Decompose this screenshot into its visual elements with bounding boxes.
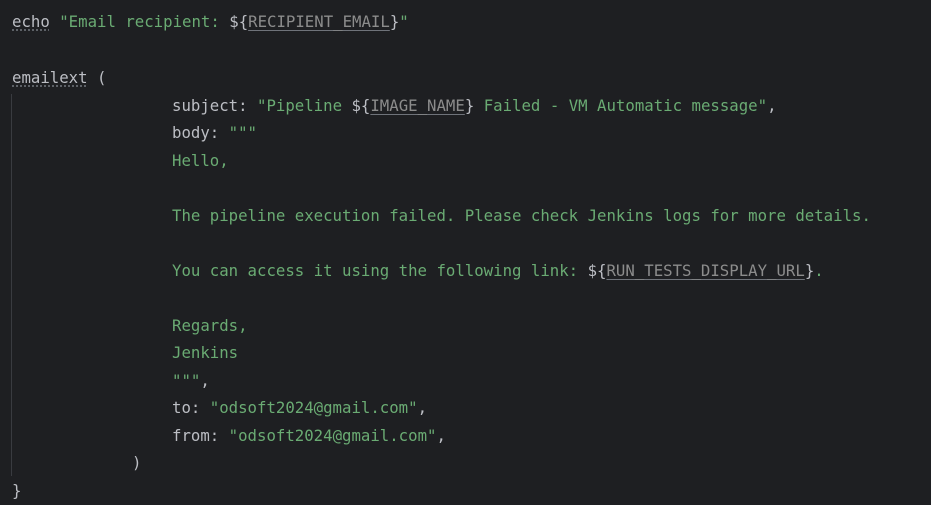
- echo-string-close: ": [399, 12, 409, 31]
- code-line-subject[interactable]: subject: "Pipeline ${IMAGE_NAME} Failed …: [172, 95, 777, 117]
- code-line-regards[interactable]: Regards,: [172, 315, 248, 337]
- comma: ,: [767, 96, 777, 115]
- to-value: "odsoft2024@gmail.com": [209, 398, 418, 417]
- comma: ,: [436, 426, 446, 445]
- from-value: "odsoft2024@gmail.com": [228, 426, 437, 445]
- interp-close: }: [804, 261, 815, 280]
- echo-string-open: "Email recipient:: [59, 12, 230, 31]
- recipient-email-var[interactable]: RECIPIENT_EMAIL: [248, 12, 390, 31]
- interp-open: ${: [351, 96, 371, 115]
- code-editor[interactable]: echo "Email recipient: ${RECIPIENT_EMAIL…: [0, 0, 931, 505]
- code-line-emailext[interactable]: emailext (: [12, 67, 106, 89]
- code-line-triple-quote-close[interactable]: """,: [172, 370, 210, 392]
- colon: :: [238, 96, 258, 115]
- image-name-var[interactable]: IMAGE_NAME: [370, 96, 464, 115]
- code-line-brace-close[interactable]: }: [12, 480, 21, 502]
- code-line-body[interactable]: body: """: [172, 122, 257, 144]
- echo-keyword[interactable]: echo: [12, 12, 50, 31]
- colon: :: [209, 426, 229, 445]
- access-prefix: You can access it using the following li…: [172, 261, 588, 280]
- code-line-to[interactable]: to: "odsoft2024@gmail.com",: [172, 397, 427, 419]
- triple-quote-open: """: [228, 123, 258, 142]
- code-line-paren-close[interactable]: ): [132, 452, 141, 474]
- code-line-from[interactable]: from: "odsoft2024@gmail.com",: [172, 425, 446, 447]
- triple-quote-close: """: [172, 371, 201, 390]
- code-line-pipeline-failed[interactable]: The pipeline execution failed. Please ch…: [172, 205, 871, 227]
- code-line-hello[interactable]: Hello,: [172, 150, 229, 172]
- interp-open: ${: [229, 12, 249, 31]
- interp-open: ${: [587, 261, 607, 280]
- interp-close: }: [464, 96, 475, 115]
- code-line-access-link[interactable]: You can access it using the following li…: [172, 260, 824, 282]
- comma: ,: [417, 398, 428, 417]
- body-key: body: [172, 123, 210, 142]
- from-key: from: [172, 426, 210, 445]
- emailext-function[interactable]: emailext: [12, 68, 88, 87]
- to-key: to: [172, 398, 191, 417]
- subject-string-close: Failed - VM Automatic message": [474, 96, 768, 115]
- code-line-jenkins[interactable]: Jenkins: [172, 342, 238, 364]
- paren-open: (: [87, 68, 107, 87]
- code-line-echo[interactable]: echo "Email recipient: ${RECIPIENT_EMAIL…: [12, 11, 409, 33]
- run-tests-display-url-var[interactable]: RUN_TESTS_DISPLAY_URL: [606, 261, 804, 280]
- comma: ,: [200, 371, 210, 390]
- indent-guide: [11, 94, 12, 476]
- colon: :: [209, 123, 229, 142]
- access-suffix: .: [814, 261, 824, 280]
- colon: :: [190, 398, 210, 417]
- subject-key: subject: [172, 96, 239, 115]
- interp-close: }: [389, 12, 400, 31]
- subject-string-open: "Pipeline: [257, 96, 352, 115]
